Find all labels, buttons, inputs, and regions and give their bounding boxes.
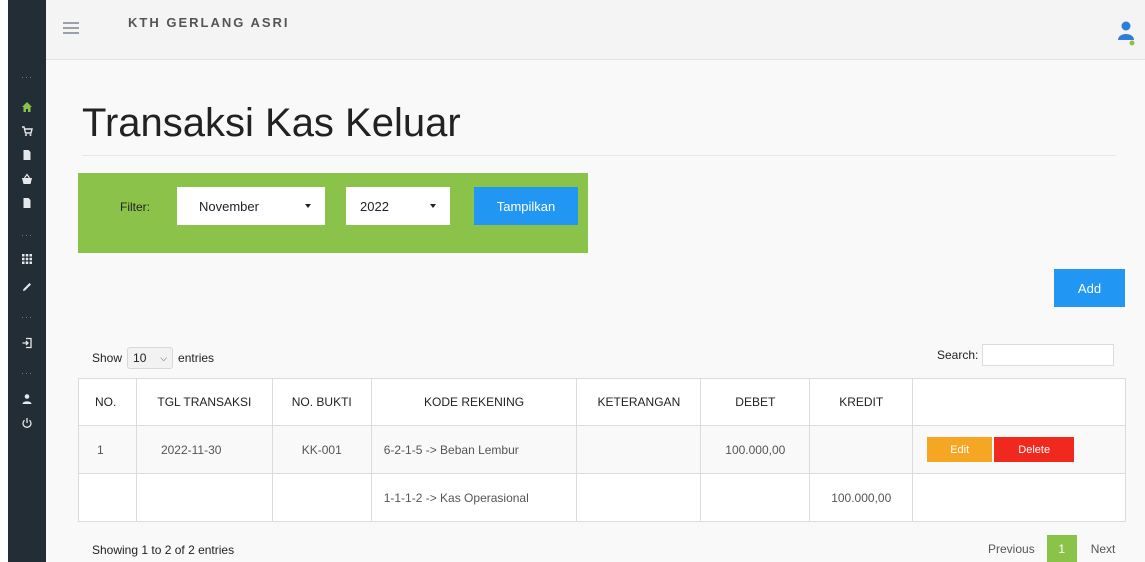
- document-icon[interactable]: [8, 194, 46, 212]
- column-header-kode-rekening[interactable]: KODE REKENING: [370, 378, 578, 426]
- main-content: Transaksi Kas Keluar Filter: November 20…: [46, 61, 1145, 562]
- previous-page-link[interactable]: Previous: [976, 542, 1047, 556]
- grid-icon[interactable]: [8, 250, 46, 268]
- page-1-button[interactable]: 1: [1046, 535, 1077, 562]
- chevron-down-icon: ⌵: [160, 352, 168, 363]
- column-header-no-bukti[interactable]: NO. BUKTI: [271, 378, 372, 426]
- transactions-table: NO. TGL TRANSAKSI NO. BUKTI KODE REKENIN…: [78, 378, 1126, 522]
- more-dots-icon: ···: [21, 368, 33, 378]
- filter-panel: Filter: November 2022 Tampilkan: [78, 173, 588, 253]
- cell-keterangan: [576, 425, 702, 474]
- pagination: Previous 1 Next: [976, 535, 1115, 562]
- left-gutter: [0, 0, 8, 562]
- show-label: Show: [92, 351, 123, 365]
- sidebar: ··· ··· ··· ···: [8, 0, 46, 562]
- search-input[interactable]: [982, 344, 1115, 366]
- cell-actions: [912, 473, 1126, 522]
- page-title: Transaksi Kas Keluar: [82, 101, 461, 145]
- basket-icon[interactable]: [8, 170, 46, 188]
- brand-name: KTH GERLANG ASRI: [128, 15, 290, 30]
- cell-debet: [700, 473, 811, 522]
- cell-kode-rekening: 6-2-1-5 -> Beban Lembur: [370, 425, 578, 474]
- filter-label: Filter:: [120, 200, 150, 214]
- caret-down-icon: [305, 204, 311, 208]
- power-icon[interactable]: [8, 414, 46, 432]
- table-search: Search:: [937, 344, 1115, 366]
- home-icon[interactable]: [8, 98, 46, 116]
- table-info: Showing 1 to 2 of 2 entries: [92, 543, 235, 557]
- caret-down-icon: [430, 204, 436, 208]
- table-header-row: NO. TGL TRANSAKSI NO. BUKTI KODE REKENIN…: [78, 378, 1126, 426]
- search-label: Search:: [937, 348, 979, 362]
- cell-tgl-transaksi: 2022-11-30: [135, 425, 273, 474]
- topbar: KTH GERLANG ASRI: [46, 0, 1145, 60]
- cell-keterangan: [576, 473, 702, 522]
- logout-icon[interactable]: [8, 334, 46, 352]
- column-header-kredit[interactable]: KREDIT: [809, 378, 914, 426]
- document-icon[interactable]: [8, 146, 46, 164]
- column-header-tgl-transaksi[interactable]: TGL TRANSAKSI: [135, 378, 273, 426]
- user-avatar-icon[interactable]: [1117, 20, 1135, 46]
- entries-length-control: Show 10 ⌵ entries: [92, 347, 214, 369]
- table-row: 1 2022-11-30 KK-001 6-2-1-5 -> Beban Lem…: [78, 425, 1126, 474]
- column-header-debet[interactable]: DEBET: [700, 378, 811, 426]
- entries-select-value: 10: [133, 351, 147, 365]
- column-header-no[interactable]: NO.: [78, 378, 137, 426]
- table-row: 1-1-1-2 -> Kas Operasional 100.000,00: [78, 473, 1126, 522]
- edit-button[interactable]: Edit: [927, 437, 993, 462]
- delete-button[interactable]: Delete: [994, 437, 1075, 462]
- pencil-icon[interactable]: [8, 278, 46, 296]
- column-header-actions: [912, 378, 1126, 426]
- cell-no-bukti: KK-001: [271, 425, 372, 474]
- cell-debet: 100.000,00: [700, 425, 811, 474]
- title-divider: [82, 155, 1116, 156]
- entries-select[interactable]: 10 ⌵: [127, 347, 174, 369]
- add-button[interactable]: Add: [1054, 269, 1125, 307]
- year-select[interactable]: 2022: [346, 187, 450, 225]
- cell-no: 1: [78, 425, 137, 474]
- column-header-keterangan[interactable]: KETERANGAN: [576, 378, 702, 426]
- cell-kredit: 100.000,00: [809, 473, 914, 522]
- more-dots-icon: ···: [21, 72, 33, 82]
- more-dots-icon: ···: [21, 312, 33, 322]
- cell-no: [78, 473, 137, 522]
- more-dots-icon: ···: [21, 230, 33, 240]
- cell-kredit: [809, 425, 914, 474]
- app-root: ··· ··· ··· ··· KTH GERLANG ASRI Transak…: [0, 0, 1145, 562]
- cell-actions: Edit Delete: [912, 425, 1126, 474]
- cart-icon[interactable]: [8, 122, 46, 140]
- year-select-value: 2022: [360, 198, 389, 214]
- user-icon[interactable]: [8, 390, 46, 408]
- cell-no-bukti: [271, 473, 372, 522]
- menu-toggle-icon[interactable]: [63, 22, 79, 36]
- cell-tgl-transaksi: [135, 473, 273, 522]
- cell-kode-rekening: 1-1-1-2 -> Kas Operasional: [370, 473, 578, 522]
- month-select-value: November: [199, 198, 259, 214]
- next-page-link[interactable]: Next: [1077, 542, 1116, 556]
- tampilkan-button[interactable]: Tampilkan: [474, 187, 578, 225]
- month-select[interactable]: November: [177, 187, 325, 225]
- entries-label: entries: [178, 351, 215, 365]
